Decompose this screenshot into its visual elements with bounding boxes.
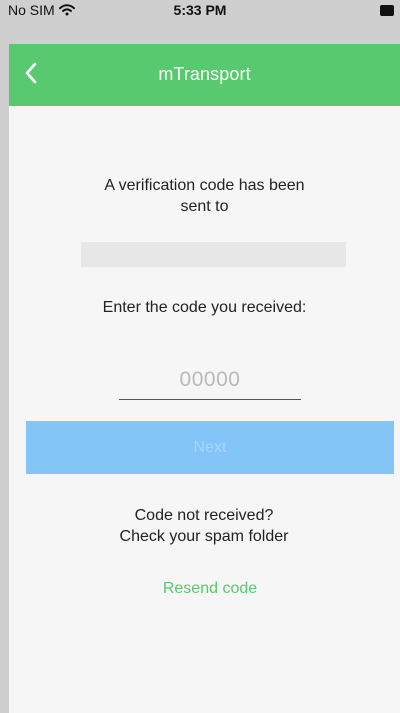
verification-screen: No SIM 5:33 PM mTransport A verification… — [0, 0, 400, 713]
verification-message-line-1: A verification code has been — [104, 177, 305, 194]
header-title: mTransport — [158, 64, 251, 84]
recipient-value — [81, 242, 346, 267]
code-input[interactable] — [119, 360, 301, 399]
code-input-wrapper — [119, 360, 301, 400]
verification-message-line-2: sent to — [180, 198, 229, 215]
code-instruction: Enter the code you received: — [102, 299, 307, 316]
status-bar-spacer — [0, 22, 400, 44]
left-edge — [0, 0, 9, 713]
status-bar: No SIM 5:33 PM — [0, 0, 400, 22]
app-header: mTransport — [9, 44, 400, 106]
verification-message: A verification code has been sent to — [65, 175, 344, 217]
code-not-received-help: Code not received? Check your spam folde… — [54, 505, 354, 547]
verification-content: A verification code has been sent to Ent… — [9, 106, 400, 713]
battery-icon — [380, 5, 394, 16]
next-button[interactable]: Next — [26, 421, 394, 474]
resend-code-link[interactable]: Resend code — [129, 580, 291, 598]
code-not-received-line-1: Code not received? — [134, 507, 274, 524]
code-not-received-line-2: Check your spam folder — [119, 528, 289, 545]
status-time: 5:33 PM — [173, 2, 227, 18]
